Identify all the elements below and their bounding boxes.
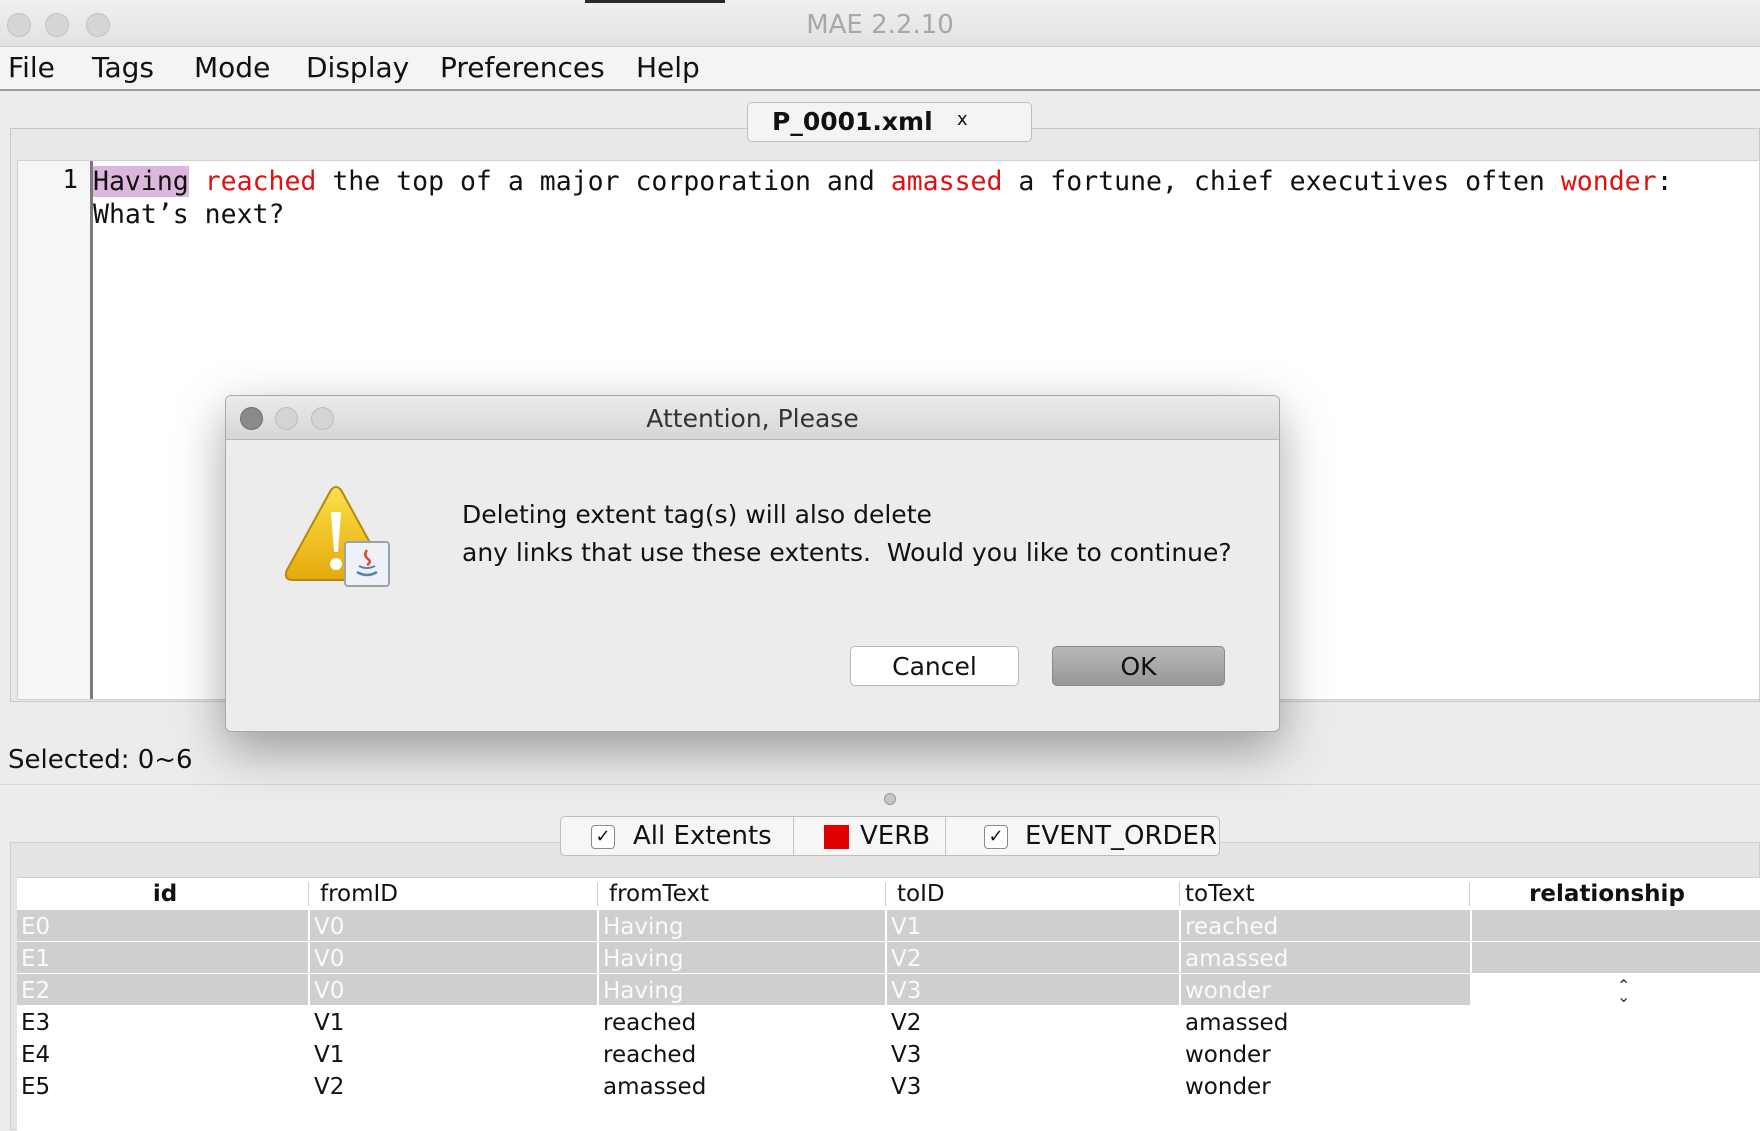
cell-fromtext: amassed (603, 1074, 707, 1100)
cell-toid: V2 (887, 942, 1181, 973)
filter-event-order-label[interactable]: EVENT_ORDER (1025, 821, 1217, 851)
cell-totext: wonder (1185, 1074, 1271, 1100)
cell-fromtext: reached (603, 1042, 697, 1068)
cell-id: E3 (21, 1010, 51, 1036)
cell-id: E2 (17, 974, 310, 1005)
filter-all-extents-label[interactable]: All Extents (633, 821, 772, 851)
all-extents-checkbox[interactable]: ✓ (591, 825, 615, 849)
cell-id: E1 (17, 942, 310, 973)
column-divider (1469, 882, 1470, 906)
filter-separator (945, 817, 946, 855)
relationship-dropdown-icon[interactable]: ⌃ ⌄ (1617, 978, 1630, 1005)
dialog-message-line2: any links that use these extents. Would … (462, 538, 1232, 567)
tab-label: P_0001.xml (772, 107, 933, 136)
cell-toid: V3 (887, 974, 1181, 1005)
ok-button[interactable]: OK (1052, 646, 1225, 686)
column-header-toid[interactable]: toID (893, 878, 945, 910)
dialog-title-bar: Attention, Please (226, 396, 1279, 440)
cell-relationship[interactable] (1472, 910, 1760, 941)
cell-relationship[interactable] (1472, 1038, 1760, 1069)
cell-relationship[interactable] (1472, 942, 1760, 973)
cell-fromid: V0 (310, 942, 599, 973)
title-bar-accent (585, 0, 725, 3)
java-warning-icon (284, 486, 390, 587)
selection-status: Selected: 0~6 (8, 745, 193, 775)
cell-fromid: V0 (310, 910, 599, 941)
column-divider (597, 882, 598, 906)
dialog-message: Deleting extent tag(s) will also delete … (462, 496, 1232, 572)
cell-totext: amassed (1181, 942, 1472, 973)
menu-display[interactable]: Display (306, 51, 409, 84)
menu-bar: File Tags Mode Display Preferences Help (0, 47, 1760, 91)
column-header-id[interactable]: id (17, 878, 313, 910)
cell-relationship[interactable] (1472, 1006, 1760, 1037)
confirm-dialog: Attention, Please Deleting extent tag(s)… (225, 395, 1280, 732)
filter-verb-label[interactable]: VERB (860, 821, 930, 851)
cell-totext: amassed (1185, 1010, 1289, 1036)
cell-id: E4 (21, 1042, 51, 1068)
column-divider (308, 882, 309, 906)
column-divider (885, 882, 886, 906)
cell-fromtext: Having (599, 974, 887, 1005)
cell-id: E0 (17, 910, 310, 941)
tab-document[interactable]: P_0001.xml x (747, 102, 1032, 142)
filter-separator (793, 817, 794, 855)
table-row[interactable]: E2 V0 Having V3 wonder ⌃ ⌄ (17, 974, 1760, 1006)
text-verb-extent[interactable]: amassed (891, 166, 1003, 197)
cell-totext: wonder (1181, 974, 1472, 1005)
table-row[interactable]: E3 V1 reached V2 amassed (17, 1006, 1760, 1038)
column-header-totext[interactable]: toText (1181, 878, 1255, 910)
cell-toid: V3 (891, 1042, 922, 1068)
cell-fromtext: Having (599, 942, 887, 973)
column-header-fromid[interactable]: fromID (316, 878, 398, 910)
menu-help[interactable]: Help (636, 51, 700, 84)
table-row[interactable]: E4 V1 reached V3 wonder (17, 1038, 1760, 1070)
table-row[interactable]: E0 V0 Having V1 reached (17, 910, 1760, 942)
document-text[interactable]: Having reached the top of a major corpor… (93, 165, 1753, 231)
tag-filter-bar: ✓ All Extents VERB ✓ EVENT_ORDER (560, 816, 1220, 856)
split-divider (0, 784, 1760, 785)
dialog-title: Attention, Please (646, 404, 859, 433)
dialog-message-line1: Deleting extent tag(s) will also delete (462, 500, 932, 529)
tab-close-icon[interactable]: x (957, 109, 968, 130)
menu-mode[interactable]: Mode (194, 51, 270, 84)
line-number: 1 (62, 165, 78, 195)
text-verb-extent[interactable]: wonder (1561, 166, 1657, 197)
event-order-checkbox[interactable]: ✓ (984, 825, 1008, 849)
window-title: MAE 2.2.10 (806, 10, 954, 40)
cell-fromid: V1 (314, 1042, 345, 1068)
cell-fromid: V1 (314, 1010, 345, 1036)
column-header-relationship[interactable]: relationship (1472, 878, 1742, 910)
table-row[interactable]: E5 V2 amassed V3 wonder (17, 1070, 1760, 1102)
cell-relationship[interactable] (1472, 1070, 1760, 1101)
cell-fromid: V0 (310, 974, 599, 1005)
table-row[interactable]: E1 V0 Having V2 amassed (17, 942, 1760, 974)
verb-color-swatch (824, 825, 849, 849)
cell-totext: wonder (1185, 1042, 1271, 1068)
cell-toid: V3 (891, 1074, 922, 1100)
text-selected-extent[interactable]: Having (93, 166, 189, 197)
column-header-fromtext[interactable]: fromText (605, 878, 709, 910)
title-bar: MAE 2.2.10 (0, 0, 1760, 47)
cancel-button[interactable]: Cancel (850, 646, 1019, 686)
link-table: id fromID fromText toID toText relations… (17, 877, 1760, 1131)
cell-id: E5 (21, 1074, 51, 1100)
text-verb-extent[interactable]: reached (205, 166, 317, 197)
cell-relationship[interactable] (1472, 974, 1760, 1005)
cell-toid: V2 (891, 1010, 922, 1036)
cell-fromtext: reached (603, 1010, 697, 1036)
cell-fromid: V2 (314, 1074, 345, 1100)
cell-fromtext: Having (599, 910, 887, 941)
column-divider (1179, 882, 1180, 906)
text-segment: the top of a major corporation and (316, 166, 891, 197)
menu-tags[interactable]: Tags (92, 51, 154, 84)
cell-toid: V1 (887, 910, 1181, 941)
text-segment (189, 166, 205, 197)
line-number-gutter: 1 (18, 161, 93, 699)
menu-file[interactable]: File (8, 51, 55, 84)
cell-totext: reached (1181, 910, 1472, 941)
split-pane-handle[interactable] (884, 793, 896, 805)
menu-preferences[interactable]: Preferences (440, 51, 605, 84)
text-segment: a fortune, chief executives often (1002, 166, 1561, 197)
